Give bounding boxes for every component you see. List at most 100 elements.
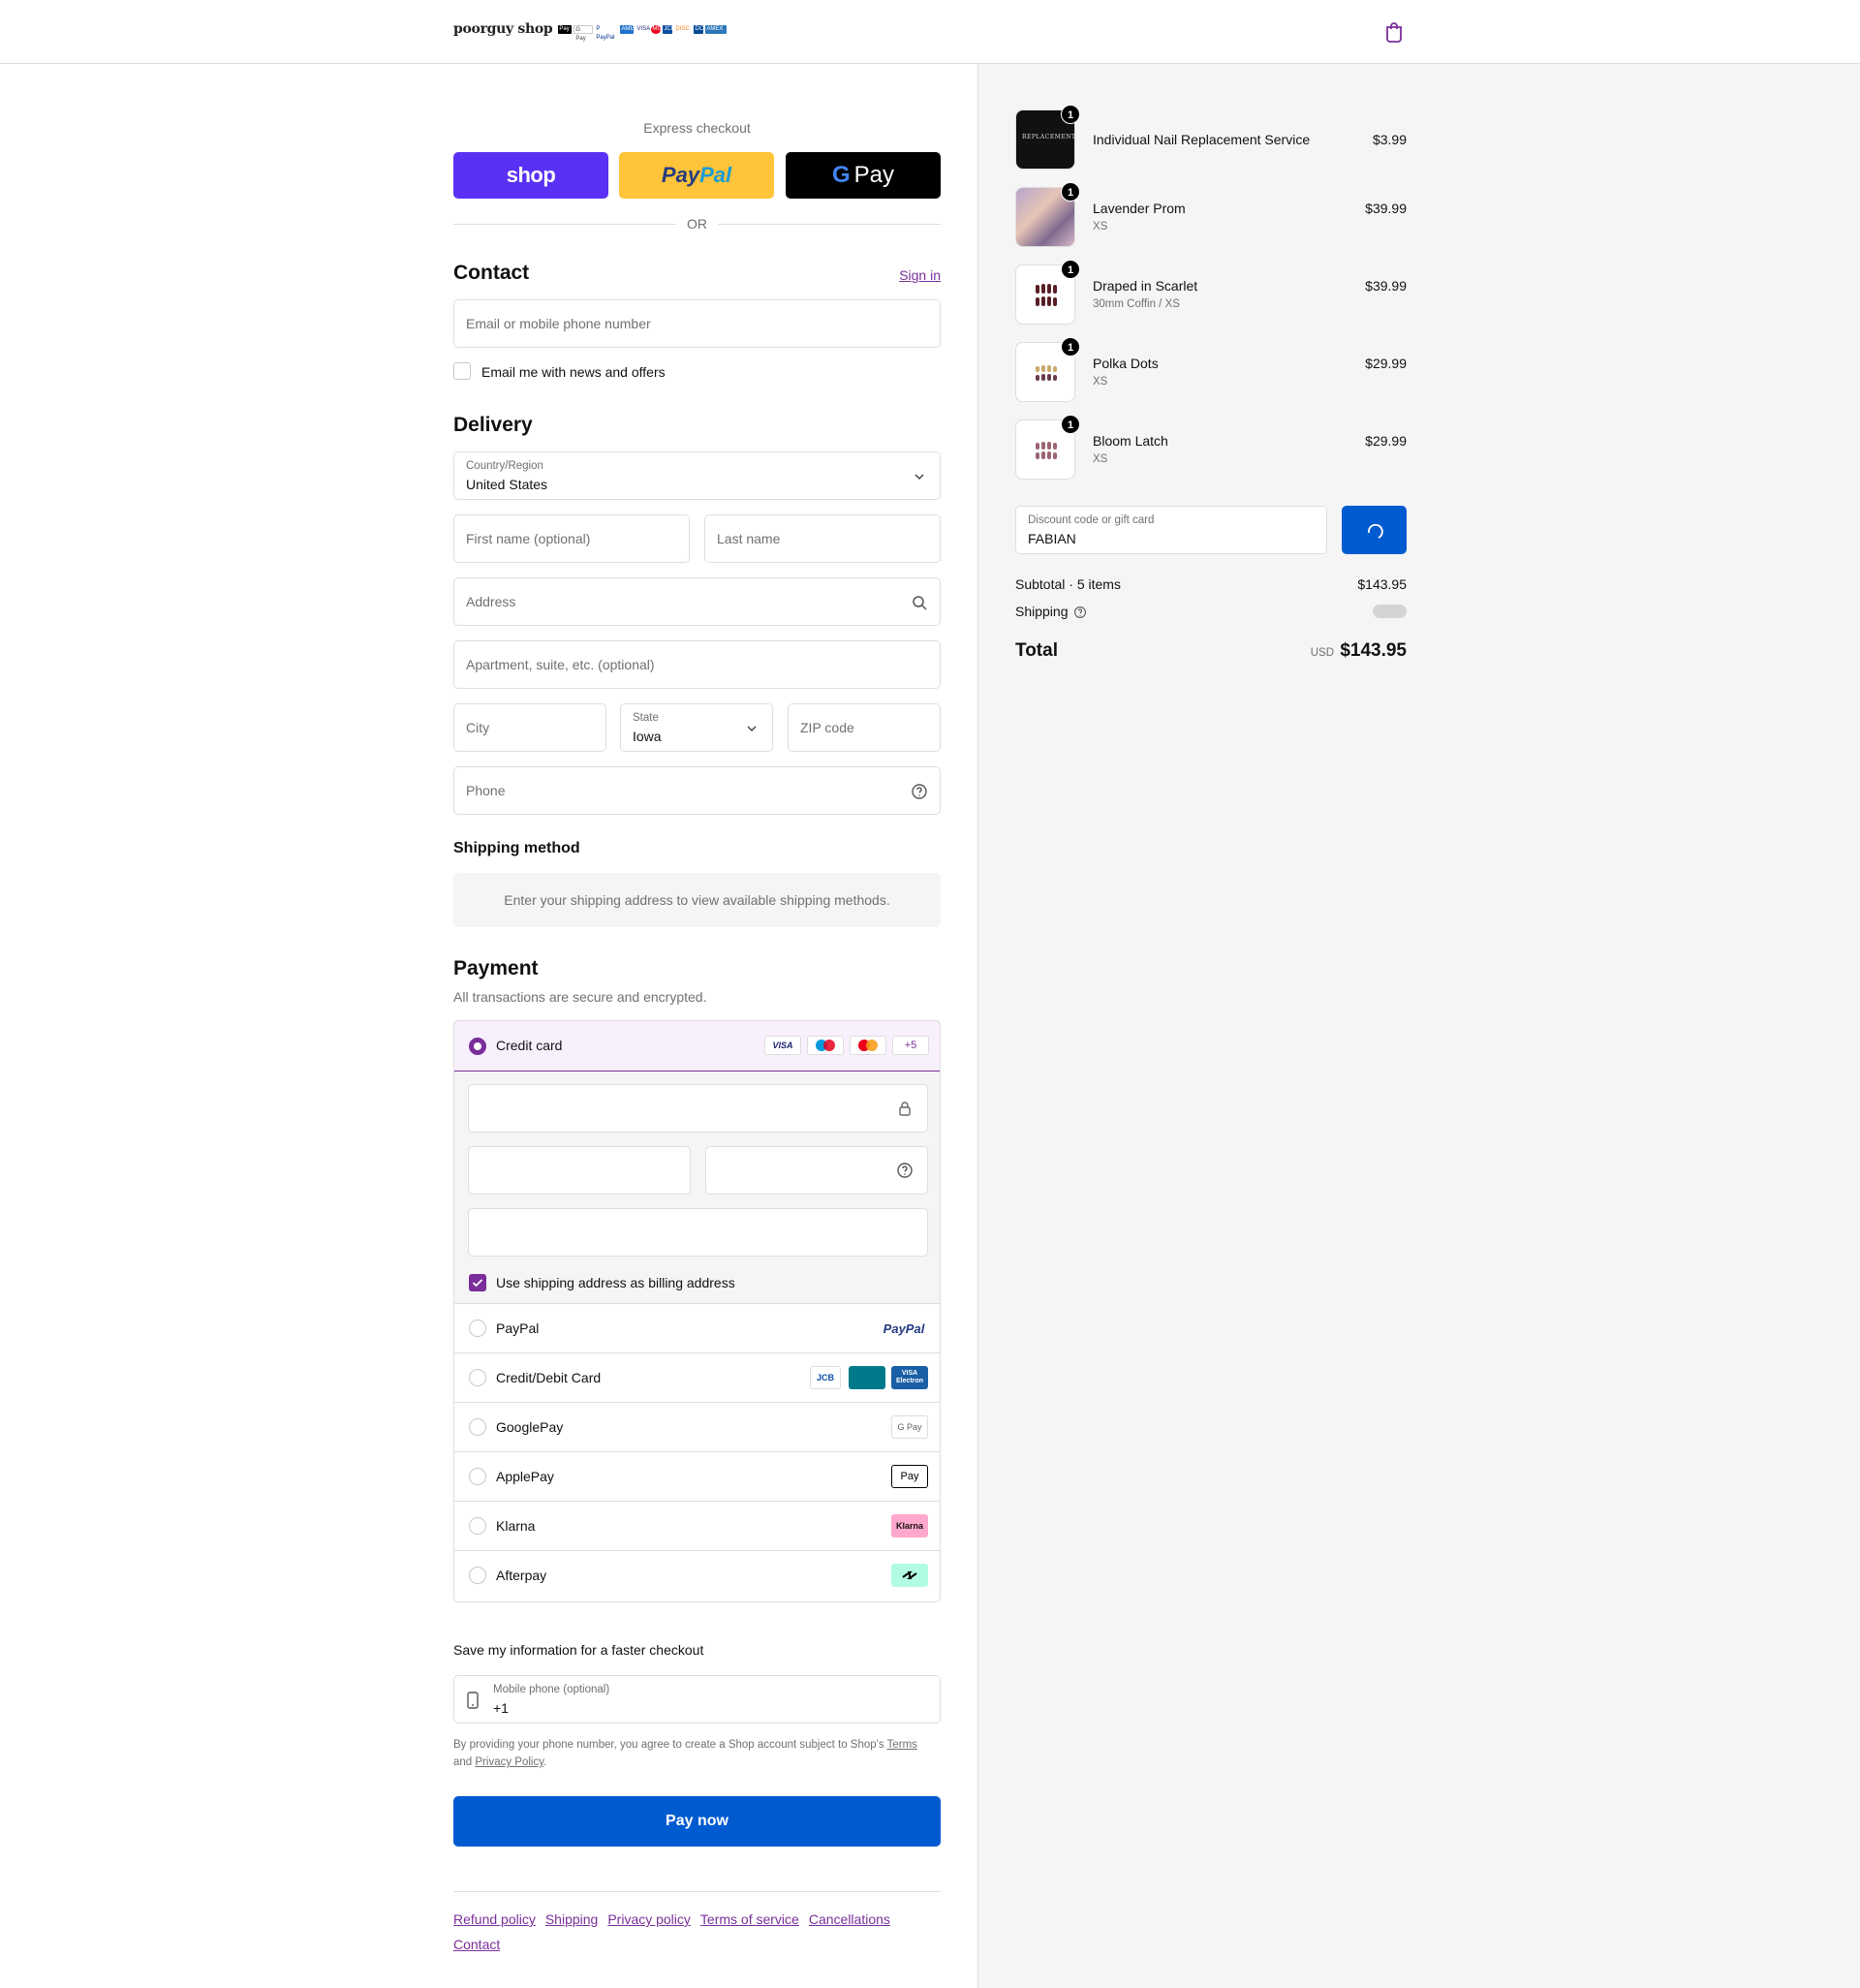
googlepay-radio[interactable] <box>469 1418 486 1436</box>
credit-debit-radio[interactable] <box>469 1369 486 1386</box>
last-name-field[interactable]: Last name <box>704 514 941 563</box>
credit-card-radio[interactable] <box>469 1038 486 1055</box>
subtotal-value: $143.95 <box>1357 576 1407 592</box>
first-name-field[interactable]: First name (optional) <box>453 514 690 563</box>
shopping-bag-icon[interactable] <box>1384 21 1404 43</box>
payment-logos-strip: Pay G Pay P PayPal AMEX VISA MC JCB DISC… <box>558 24 728 42</box>
sign-in-link[interactable]: Sign in <box>899 267 941 283</box>
country-label: Country/Region <box>466 460 543 472</box>
cart-item: REPLACEMENT 1 Individual Nail Replacemen… <box>1015 105 1407 170</box>
store-logo[interactable]: poorguy shop Pay G Pay P PayPal AMEX VIS… <box>453 21 728 42</box>
country-select[interactable]: Country/Region United States <box>453 451 941 500</box>
cartes-bancaires-icon <box>849 1366 885 1389</box>
diners-mini-icon: DC <box>694 24 704 34</box>
quantity-badge: 1 <box>1061 337 1080 357</box>
privacy-policy-footer-link[interactable]: Privacy policy <box>607 1911 691 1927</box>
maestro-circles <box>816 1040 835 1051</box>
last-name-placeholder: Last name <box>717 531 781 546</box>
refund-policy-link[interactable]: Refund policy <box>453 1911 536 1927</box>
product-thumbnail: 1 <box>1015 337 1080 402</box>
apartment-field[interactable]: Apartment, suite, etc. (optional) <box>453 640 941 689</box>
item-variant: XS <box>1093 453 1108 465</box>
apply-discount-button[interactable] <box>1342 506 1407 554</box>
city-field[interactable]: City <box>453 703 606 752</box>
payment-option-credit-debit[interactable]: Credit/Debit Card JCB VISA Electron <box>454 1353 940 1403</box>
subtotal-row: Subtotal · 5 items $143.95 <box>1015 576 1407 592</box>
shop-pay-button[interactable]: shop <box>453 152 608 199</box>
mastercard-icon <box>850 1036 886 1055</box>
terms-of-service-link[interactable]: Terms of service <box>700 1911 799 1927</box>
name-on-card-field[interactable] <box>468 1208 928 1257</box>
terms-link[interactable]: Terms <box>887 1739 917 1751</box>
privacy-policy-link[interactable]: Privacy Policy <box>475 1756 543 1768</box>
cancellations-link[interactable]: Cancellations <box>809 1911 890 1927</box>
email-field[interactable]: Email or mobile phone number <box>453 299 941 348</box>
total-value: $143.95 <box>1340 640 1407 661</box>
address-field[interactable]: Address <box>453 577 941 626</box>
newsletter-checkbox[interactable] <box>453 362 471 380</box>
product-thumbnail: 1 <box>1015 260 1080 325</box>
quantity-badge: 1 <box>1061 415 1080 434</box>
product-thumbnail: REPLACEMENT 1 <box>1015 105 1080 170</box>
applepay-option-label: ApplePay <box>496 1469 554 1484</box>
help-circle-icon[interactable] <box>1073 606 1087 619</box>
mobile-phone-field[interactable]: Mobile phone (optional) +1 <box>453 1675 941 1724</box>
payment-option-paypal[interactable]: PayPal PayPal <box>454 1304 940 1353</box>
item-price: $39.99 <box>1365 278 1407 294</box>
shipping-policy-link[interactable]: Shipping <box>545 1911 599 1927</box>
paypal-mini-icon: P PayPal <box>595 24 619 41</box>
shipping-method-notice: Enter your shipping address to view avai… <box>453 873 941 927</box>
visa-mini-icon: VISA <box>636 24 651 34</box>
phone-field[interactable]: Phone <box>453 766 941 815</box>
payment-option-klarna[interactable]: Klarna Klarna <box>454 1502 940 1551</box>
expiry-field[interactable] <box>468 1146 691 1195</box>
discount-code-field[interactable]: Discount code or gift card FABIAN <box>1015 506 1327 554</box>
paypal-radio[interactable] <box>469 1320 486 1337</box>
state-select[interactable]: State Iowa <box>620 703 773 752</box>
credit-card-option[interactable]: Credit card VISA +5 <box>454 1021 940 1072</box>
paypal-option-label: PayPal <box>496 1320 540 1336</box>
card-number-field[interactable] <box>468 1084 928 1133</box>
paypal-logo-icon: PayPal <box>883 1320 925 1336</box>
item-name: Bloom Latch <box>1093 433 1168 449</box>
paypal-button[interactable]: Pay Pal <box>619 152 774 199</box>
amex-mini-icon-2: AMEX <box>705 24 728 34</box>
loading-spinner-icon <box>1368 523 1383 539</box>
delivery-title: Delivery <box>453 414 533 436</box>
amex-mini-icon: AMEX <box>620 24 638 34</box>
help-circle-icon[interactable] <box>896 1162 914 1179</box>
google-pay-label: Pay <box>853 162 895 188</box>
security-code-field[interactable] <box>705 1146 928 1195</box>
mobile-phone-icon <box>467 1692 479 1709</box>
zip-field[interactable]: ZIP code <box>788 703 941 752</box>
country-value: United States <box>466 477 548 492</box>
apple-pay-mini-icon: Pay <box>558 24 573 34</box>
paypal-label-pal: Pal <box>699 163 732 187</box>
item-price: $3.99 <box>1372 132 1407 147</box>
mobile-phone-label: Mobile phone (optional) <box>493 1684 610 1695</box>
billing-checkbox[interactable] <box>469 1274 486 1291</box>
mastercard-circles <box>858 1040 878 1051</box>
pay-now-button[interactable]: Pay now <box>453 1796 941 1847</box>
afterpay-radio[interactable] <box>469 1567 486 1584</box>
state-label: State <box>633 712 659 724</box>
cart-item: 1 Polka Dots XS $29.99 <box>1015 337 1407 402</box>
payment-option-applepay[interactable]: ApplePay Pay <box>454 1452 940 1502</box>
google-pay-icon: G Pay <box>891 1415 928 1439</box>
help-circle-icon[interactable] <box>911 783 928 800</box>
quantity-badge: 1 <box>1061 105 1080 124</box>
applepay-radio[interactable] <box>469 1468 486 1485</box>
payment-option-afterpay[interactable]: Afterpay <box>454 1551 940 1600</box>
shipping-row: Shipping <box>1015 604 1407 619</box>
item-name: Draped in Scarlet <box>1093 278 1198 294</box>
shipping-value-placeholder <box>1373 605 1407 618</box>
google-pay-button[interactable]: G Pay <box>786 152 941 199</box>
billing-label: Use shipping address as billing address <box>496 1275 735 1290</box>
apple-pay-icon: Pay <box>891 1465 928 1488</box>
thumb-replacement-text: REPLACEMENT <box>1022 134 1076 140</box>
discover-mini-icon: DISC <box>674 24 693 34</box>
klarna-radio[interactable] <box>469 1517 486 1535</box>
payment-option-googlepay[interactable]: GooglePay G Pay <box>454 1403 940 1452</box>
afterpay-icon <box>891 1564 928 1587</box>
contact-link[interactable]: Contact <box>453 1937 500 1952</box>
